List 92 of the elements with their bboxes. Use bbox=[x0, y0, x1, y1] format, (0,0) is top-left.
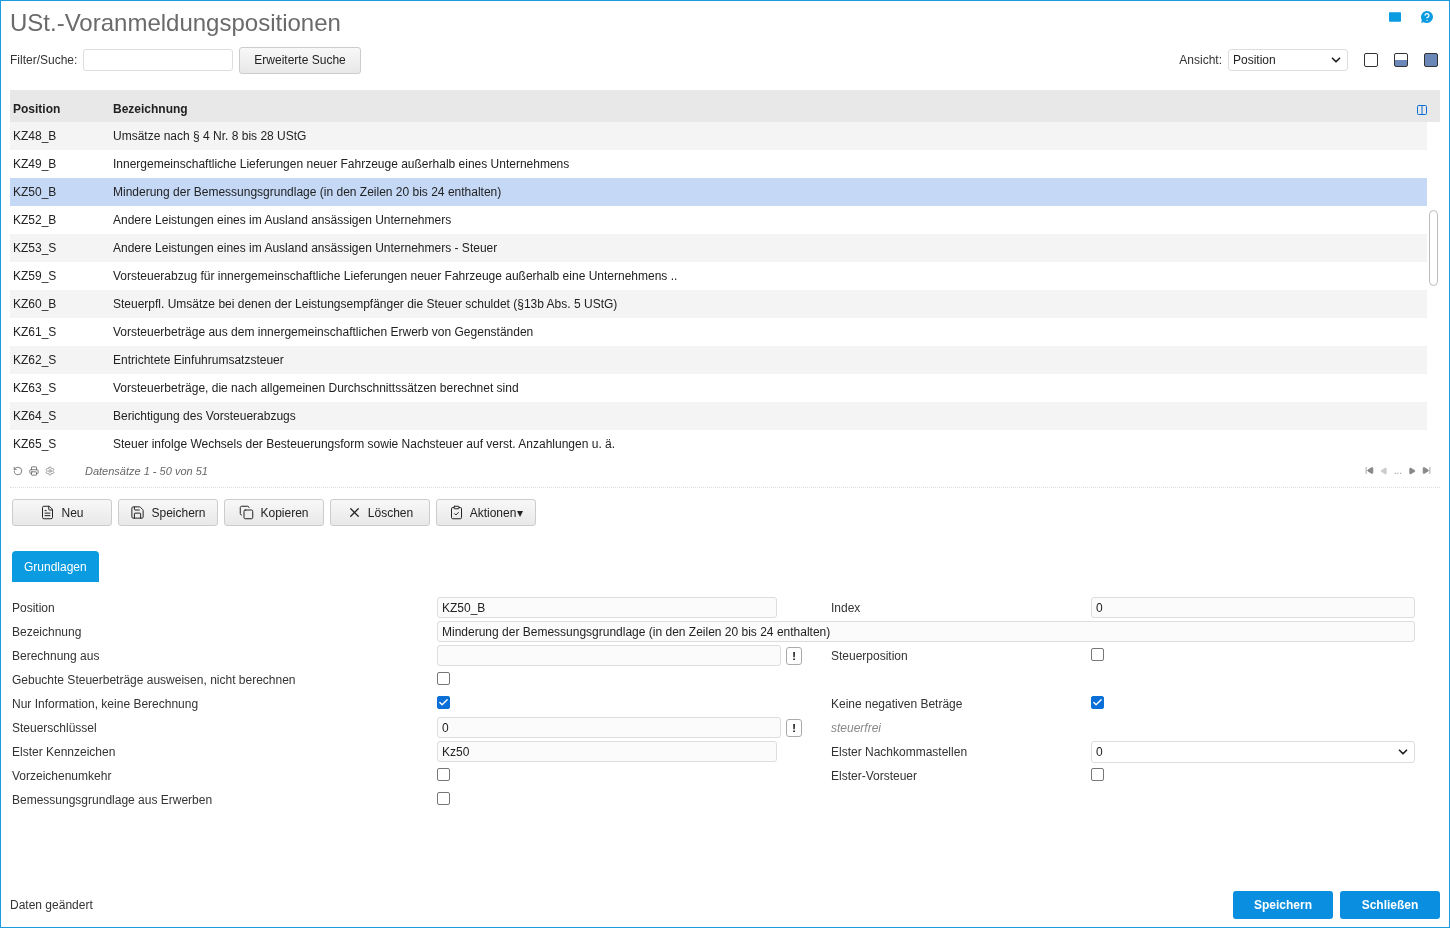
toolbar-button[interactable]: Neu bbox=[12, 499, 112, 526]
table-cell-text: KZ59_S bbox=[12, 269, 58, 283]
table-cell-text: Andere Leistungen eines im Ausland ansässigen Unternehmers bbox=[112, 213, 453, 227]
table-cell-text: Innergemeinschaftliche Lieferungen neuer Fahrzeuge außerhalb eines Unternehmens bbox=[112, 157, 571, 171]
checkbox[interactable] bbox=[437, 671, 450, 685]
print-icon[interactable] bbox=[29, 465, 39, 476]
advanced-search-button[interactable]: Erweiterte Suche bbox=[239, 46, 361, 74]
pager-gap: ... bbox=[1393, 465, 1402, 476]
page-title: USt.-Voranmeldungspositionen bbox=[10, 9, 341, 37]
view-select[interactable]: Position bbox=[1228, 49, 1348, 71]
table-cell-text: Entrichtete Einfuhrumsatzsteuer bbox=[112, 353, 285, 367]
last-page-icon[interactable] bbox=[1422, 466, 1431, 475]
text-field[interactable]: 0 bbox=[1091, 597, 1415, 618]
table-row[interactable]: KZ62_S Entrichtete Einfuhrumsatzsteuer bbox=[10, 346, 1427, 374]
field-label: Berechnung aus bbox=[12, 648, 101, 663]
clipboard-check-icon bbox=[448, 505, 464, 520]
field-label: Position bbox=[12, 600, 56, 615]
field-label: Keine negativen Beträge bbox=[831, 696, 964, 711]
table-row[interactable]: KZ50_B Minderung der Bemessungsgrundlage (in den Zeilen 20 bis 24 enthalten) bbox=[10, 178, 1427, 206]
column-header[interactable]: Position bbox=[10, 102, 110, 116]
field-label: Index bbox=[831, 600, 862, 615]
table-cell-text: KZ64_S bbox=[12, 409, 58, 423]
field-label: Nur Information, keine Berechnung bbox=[12, 696, 200, 711]
field-label: Bemessungsgrundlage aus Erwerben bbox=[12, 792, 214, 807]
table-cell-text: KZ63_S bbox=[12, 381, 58, 395]
table-cell-text: Vorsteuerabzug für innergemeinschaftliche Lieferungen neuer Fahrzeuge außerhalb eine Unternehmens .. bbox=[112, 269, 679, 283]
table-cell-text: KZ65_S bbox=[12, 437, 58, 451]
settings-icon[interactable] bbox=[45, 465, 55, 476]
refresh-icon[interactable] bbox=[13, 465, 23, 476]
column-chooser-icon[interactable] bbox=[1416, 104, 1428, 116]
split-view-icon[interactable] bbox=[1394, 53, 1408, 67]
next-page-icon[interactable] bbox=[1408, 466, 1416, 475]
field-label: Steuerschlüssel bbox=[12, 720, 98, 735]
table-cell-text: Vorsteuerbeträge aus dem innergemeinschaftlichen Erwerb von Gegenständen bbox=[112, 325, 535, 339]
text-field[interactable] bbox=[437, 645, 781, 666]
document-icon bbox=[40, 505, 56, 520]
table-row[interactable]: KZ60_B Steuerpfl. Umsätze bei denen der Leistungsempfänger die Steuer schuldet (§13b Abs. 5 UStG) bbox=[10, 290, 1427, 318]
field-label: Bezeichnung bbox=[12, 624, 83, 639]
checkbox[interactable] bbox=[437, 767, 450, 781]
copy-icon bbox=[239, 505, 255, 520]
checkbox[interactable] bbox=[437, 696, 450, 709]
full-view-icon[interactable] bbox=[1424, 53, 1438, 67]
help-icon[interactable] bbox=[1419, 9, 1435, 25]
table-row[interactable]: KZ53_S Andere Leistungen eines im Ausland ansässigen Unternehmers - Steuer bbox=[10, 234, 1427, 262]
toolbar-button[interactable]: Löschen bbox=[330, 499, 430, 526]
table-cell-text: KZ48_B bbox=[12, 129, 58, 143]
text-field[interactable]: Kz50 bbox=[437, 741, 777, 762]
field-label: Steuerposition bbox=[831, 648, 909, 663]
single-view-icon[interactable] bbox=[1364, 53, 1378, 67]
checkbox[interactable] bbox=[1091, 696, 1104, 709]
status-text: Daten geändert bbox=[10, 898, 93, 912]
text-field[interactable]: KZ50_B bbox=[437, 597, 777, 618]
table-cell-text: Steuerpfl. Umsätze bei denen der Leistungsempfänger die Steuer schuldet (§13b Abs. 5 UStG) bbox=[112, 297, 619, 311]
table-cell-text: KZ61_S bbox=[12, 325, 58, 339]
table-cell-text: Minderung der Bemessungsgrundlage (in den Zeilen 20 bis 24 enthalten) bbox=[112, 185, 503, 199]
text-field[interactable]: Minderung der Bemessungsgrundlage (in den Zeilen 20 bis 24 enthalten) bbox=[437, 621, 1415, 642]
table-cell-text: Andere Leistungen eines im Ausland ansässigen Unternehmers - Steuer bbox=[112, 241, 499, 255]
field-label: Elster Kennzeichen bbox=[12, 744, 117, 759]
table-row[interactable]: KZ48_B Umsätze nach § 4 Nr. 8 bis 28 UStG bbox=[10, 122, 1427, 150]
view-label: Ansicht: bbox=[1179, 53, 1222, 67]
first-page-icon[interactable] bbox=[1364, 466, 1374, 475]
table-cell-text: KZ49_B bbox=[12, 157, 58, 171]
table-cell-text: KZ52_B bbox=[12, 213, 58, 227]
table-cell-text: KZ62_S bbox=[12, 353, 58, 367]
toolbar-button[interactable]: Kopieren bbox=[224, 499, 324, 526]
table-cell-text: KZ60_B bbox=[12, 297, 58, 311]
table-row[interactable]: KZ64_S Berichtigung des Vorsteuerabzugs bbox=[10, 402, 1427, 430]
field-label: Elster Nachkommastellen bbox=[831, 744, 969, 759]
table-cell-text: KZ53_S bbox=[12, 241, 58, 255]
table-cell-text: Umsätze nach § 4 Nr. 8 bis 28 UStG bbox=[112, 129, 308, 143]
lookup-button[interactable]: ! bbox=[786, 646, 802, 665]
table-cell-text: Steuer infolge Wechsels der Besteuerungsform sowie Nachsteuer auf verst. Anzahlungen u. ä. bbox=[112, 437, 617, 451]
toolbar-button[interactable]: Aktionen▾ bbox=[436, 499, 536, 526]
field-label: Elster-Vorsteuer bbox=[831, 768, 919, 783]
text-field[interactable]: 0 bbox=[437, 717, 781, 738]
lookup-button[interactable]: ! bbox=[786, 718, 802, 737]
table-cell-text: Berichtigung des Vorsteuerabzugs bbox=[112, 409, 297, 423]
field-label: Vorzeichenumkehr bbox=[12, 768, 113, 783]
toolbar-button[interactable]: Speichern bbox=[118, 499, 218, 526]
search-field[interactable] bbox=[83, 49, 234, 71]
scrollbar-thumb[interactable] bbox=[1429, 210, 1438, 286]
checkbox[interactable] bbox=[1091, 767, 1104, 781]
record-count: Datensätze 1 - 50 von 51 bbox=[85, 464, 208, 477]
filter-label: Filter/Suche: bbox=[10, 53, 78, 67]
field-label: Gebuchte Steuerbeträge ausweisen, nicht berechnen bbox=[12, 672, 297, 687]
column-header[interactable]: Bezeichnung bbox=[110, 102, 1416, 116]
checkbox[interactable] bbox=[437, 791, 450, 805]
hint-text: steuerfrei bbox=[831, 720, 883, 735]
table-cell-text: Vorsteuerbeträge, die nach allgemeinen Durchschnittssätzen berechnet sind bbox=[112, 381, 520, 395]
table-cell-text: KZ50_B bbox=[12, 185, 58, 199]
checkbox[interactable] bbox=[1091, 647, 1104, 661]
select-field[interactable]: 0 bbox=[1091, 740, 1415, 763]
